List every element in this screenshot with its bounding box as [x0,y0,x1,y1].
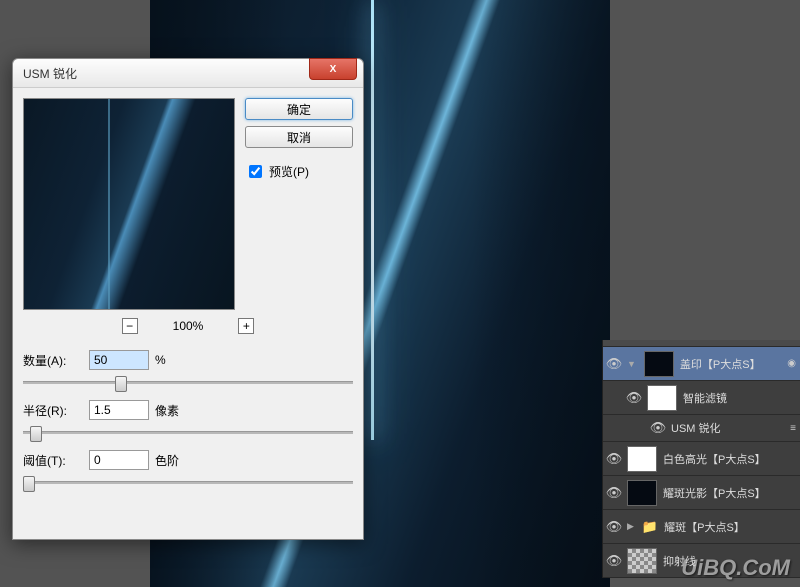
layer-name: 抑射线 [663,553,796,569]
folder-icon: 📁 [642,519,658,535]
amount-unit: % [155,353,166,367]
layer-row[interactable]: 👁 智能滤镜 [603,381,800,415]
layer-thumbnail [627,480,657,506]
zoom-out-button[interactable]: − [122,318,138,334]
layer-row[interactable]: 👁 白色高光【P大点S】 [603,442,800,476]
layer-thumbnail [627,548,657,574]
layers-panel: 👁 ▼ 盖印【P大点S】 ◉ 👁 智能滤镜 👁 USM 锐化 ≡ 👁 白色高光【P大点S】 👁 耀斑光影… [602,340,800,578]
close-icon: X [330,64,337,75]
ok-button[interactable]: 确定 [245,98,353,120]
usm-dialog: USM 锐化 X 确定 取消 预览(P) − 100% + 数量(A): % [12,58,364,540]
threshold-slider[interactable] [23,472,353,492]
layer-name: 白色高光【P大点S】 [663,451,796,467]
expand-icon[interactable]: ▶ [627,521,634,532]
threshold-unit: 色阶 [155,452,179,469]
layer-row[interactable]: 👁 抑射线 [603,544,800,578]
layer-name: 耀斑光影【P大点S】 [663,485,796,501]
visibility-icon[interactable]: 👁 [607,486,621,500]
visibility-icon[interactable]: 👁 [607,554,621,568]
amount-label: 数量(A): [23,352,83,369]
layer-name: 盖印【P大点S】 [680,356,781,372]
fx-icon[interactable]: ◉ [787,358,796,369]
cancel-button[interactable]: 取消 [245,126,353,148]
expand-icon[interactable]: ▼ [627,359,636,369]
layer-name: 耀斑【P大点S】 [664,519,796,535]
zoom-value: 100% [173,319,204,333]
visibility-icon[interactable]: 👁 [651,421,665,435]
dialog-title: USM 锐化 [23,65,77,82]
radius-input[interactable] [89,400,149,420]
threshold-label: 阈值(T): [23,452,83,469]
layer-name: USM 锐化 [671,420,784,436]
amount-input[interactable] [89,350,149,370]
visibility-icon[interactable]: 👁 [627,391,641,405]
fx-icon[interactable]: ≡ [790,423,796,434]
layer-row[interactable]: 👁 ▶ 📁 耀斑【P大点S】 [603,510,800,544]
layer-thumbnail [644,351,674,377]
visibility-icon[interactable]: 👁 [607,520,621,534]
layers-header [603,340,800,347]
zoom-in-button[interactable]: + [238,318,254,334]
close-button[interactable]: X [309,58,357,80]
radius-unit: 像素 [155,402,179,419]
layer-row[interactable]: 👁 耀斑光影【P大点S】 [603,476,800,510]
preview-checkbox[interactable] [249,165,262,178]
dialog-titlebar[interactable]: USM 锐化 X [13,59,363,88]
preview-label: 预览(P) [269,163,309,180]
layer-row[interactable]: 👁 USM 锐化 ≡ [603,415,800,442]
radius-label: 半径(R): [23,402,83,419]
layer-thumbnail [647,385,677,411]
radius-slider[interactable] [23,422,353,442]
amount-slider[interactable] [23,372,353,392]
visibility-icon[interactable]: 👁 [607,357,621,371]
layer-name: 智能滤镜 [683,390,796,406]
dialog-body: 确定 取消 预览(P) − 100% + 数量(A): % 半径(R): [13,88,363,510]
threshold-input[interactable] [89,450,149,470]
layer-thumbnail [627,446,657,472]
visibility-icon[interactable]: 👁 [607,452,621,466]
preview-image[interactable] [23,98,235,310]
layer-row[interactable]: 👁 ▼ 盖印【P大点S】 ◉ [603,347,800,381]
